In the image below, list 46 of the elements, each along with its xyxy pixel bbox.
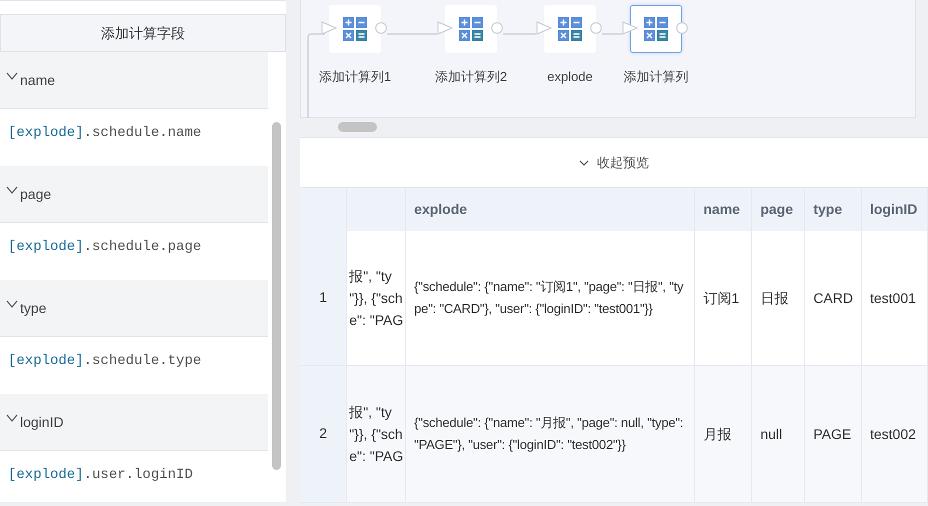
connector-line — [602, 33, 622, 35]
table-cell: CARD — [813, 290, 853, 306]
field-header[interactable]: page — [0, 166, 268, 223]
table-cell: test001 — [870, 290, 916, 306]
table-cell: 月报 — [703, 426, 732, 442]
scrollbar-thumb[interactable] — [272, 122, 281, 470]
connector-line — [387, 33, 437, 35]
table-cell: {"schedule": {"name": "月报", "page": null, "type": "PAGE"}, "user": {"loginID": "test002"}} — [414, 414, 684, 452]
add-calculated-field-button[interactable]: 添加计算字段 — [0, 14, 286, 52]
node-label: 添加计算列2 — [434, 68, 508, 86]
field-header[interactable]: type — [0, 280, 268, 337]
table-cell: 日报 — [760, 290, 788, 306]
output-port-icon — [676, 22, 688, 34]
input-port-icon — [536, 21, 552, 35]
field-header[interactable]: loginID — [0, 394, 268, 451]
input-port-icon — [321, 21, 337, 35]
input-port-icon — [437, 21, 453, 35]
field-header[interactable]: name — [0, 52, 268, 109]
collapse-preview-button[interactable]: 收起预览 — [579, 152, 649, 172]
field-name: name — [20, 70, 56, 90]
output-port-icon — [590, 22, 602, 34]
scrollbar-thumb[interactable] — [338, 122, 377, 132]
output-port-icon — [491, 22, 503, 34]
table-cell-text: 报", "ty "}}, {"sch e": "PAG — [348, 402, 404, 466]
connector-line — [503, 33, 536, 35]
input-port-icon — [622, 21, 638, 35]
node-label: 添加计算列1 — [318, 68, 392, 86]
output-port-icon — [375, 22, 387, 34]
calculator-icon — [558, 17, 582, 41]
field-name: loginID — [20, 412, 64, 432]
row-number: 2 — [319, 425, 327, 441]
row-number: 1 — [319, 289, 327, 306]
node-label: explode — [547, 68, 593, 86]
table-cell-text: 报", "ty "}}, {"sch e": "PAG — [348, 266, 404, 330]
calculator-icon — [459, 17, 483, 41]
calculator-icon — [644, 17, 668, 41]
calculator-icon — [343, 17, 367, 41]
flow-node[interactable] — [630, 5, 682, 53]
table-cell: {"schedule": {"name": "订阅1", "page": "日报", "type": "CARD"}, "user": {"loginID": "test001"}} — [414, 278, 684, 316]
table-cell: 订阅1 — [703, 290, 740, 306]
field-name: type — [20, 298, 46, 318]
table-cell: PAGE — [813, 426, 852, 442]
table-cell: null — [760, 426, 782, 442]
node-label: 添加计算列 — [624, 68, 688, 86]
table-cell: test002 — [870, 426, 916, 442]
field-name: page — [20, 184, 52, 204]
